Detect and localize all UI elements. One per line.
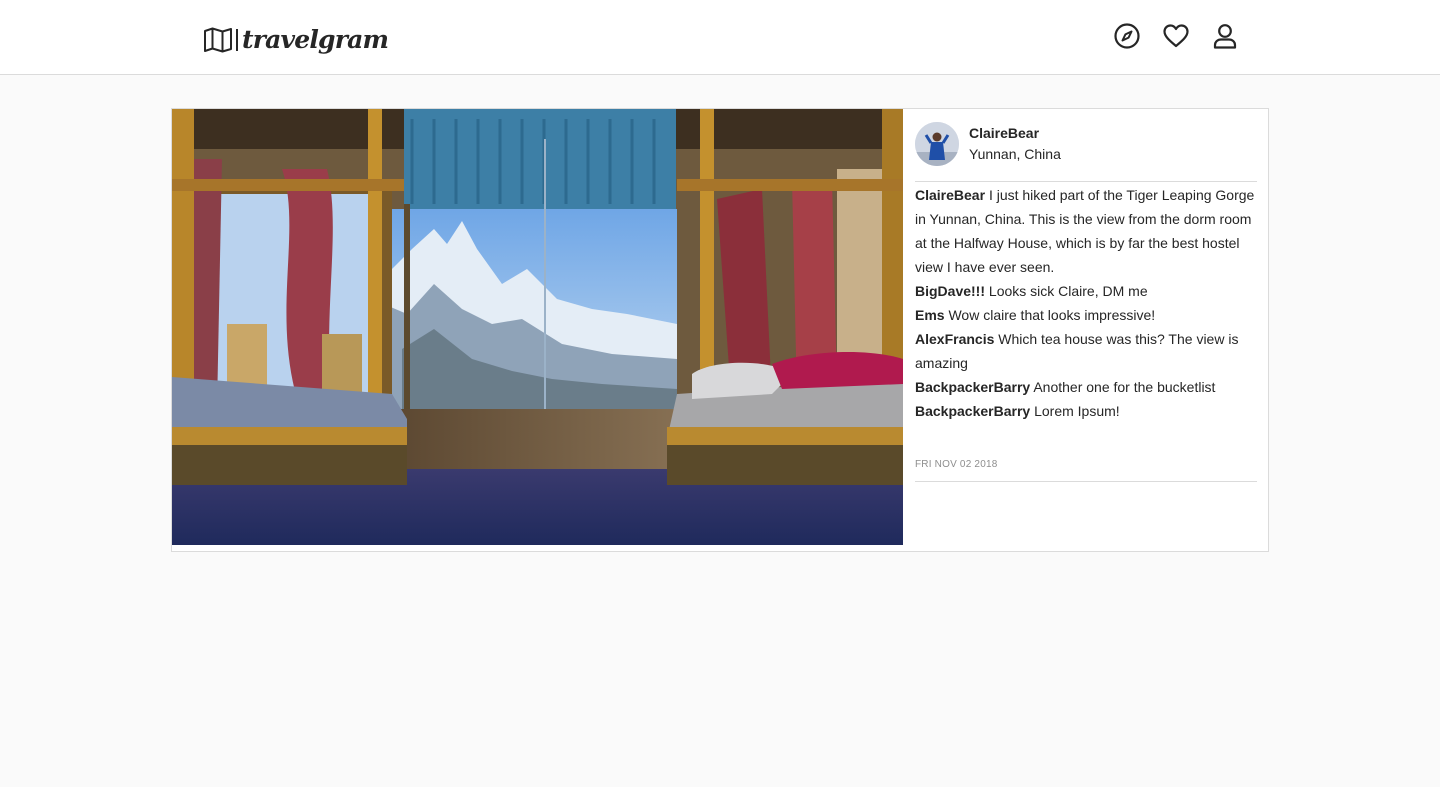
comment-username[interactable]: Ems xyxy=(915,307,945,323)
map-icon xyxy=(204,27,232,53)
comment-item: BackpackerBarry Lorem Ipsum! xyxy=(915,399,1257,423)
comment-item: Ems Wow claire that looks impressive! xyxy=(915,303,1257,327)
profile-button[interactable] xyxy=(1210,21,1240,51)
post-details: ClaireBear Yunnan, China ClaireBear I ju… xyxy=(915,109,1257,551)
comment-list: ClaireBear I just hiked part of the Tige… xyxy=(915,183,1257,423)
comment-username[interactable]: AlexFrancis xyxy=(915,331,994,347)
activity-button[interactable] xyxy=(1161,21,1191,51)
post-photo xyxy=(172,109,903,545)
comment-item: BackpackerBarry Another one for the buck… xyxy=(915,375,1257,399)
brand-wordmark: travelgram xyxy=(242,25,389,54)
section-divider xyxy=(915,481,1257,482)
comment-text: Another one for the bucketlist xyxy=(1033,379,1216,395)
heart-icon xyxy=(1163,24,1189,48)
post-date: FRI NOV 02 2018 xyxy=(915,459,998,470)
avatar-image xyxy=(915,122,959,166)
author-username[interactable]: ClaireBear xyxy=(969,124,1039,142)
compass-icon xyxy=(1114,23,1140,49)
user-icon xyxy=(1213,24,1237,49)
comment-text: Looks sick Claire, DM me xyxy=(988,283,1148,299)
post-card: ClaireBear Yunnan, China ClaireBear I ju… xyxy=(171,108,1269,552)
comment-username[interactable]: BackpackerBarry xyxy=(915,379,1030,395)
brand-logo-link[interactable]: travelgram xyxy=(203,22,389,58)
comment-item: BigDave!!! Looks sick Claire, DM me xyxy=(915,279,1257,303)
comment-item: ClaireBear I just hiked part of the Tige… xyxy=(915,183,1257,279)
dorm-room-mountain-view-image xyxy=(172,109,903,545)
comment-username[interactable]: BackpackerBarry xyxy=(915,403,1030,419)
post-author: ClaireBear Yunnan, China xyxy=(915,122,1257,182)
nav-icon-group xyxy=(1112,21,1240,51)
top-navbar: travelgram xyxy=(0,0,1440,75)
comment-item: AlexFrancis Which tea house was this? Th… xyxy=(915,327,1257,375)
avatar[interactable] xyxy=(915,122,959,166)
comment-username[interactable]: BigDave!!! xyxy=(915,283,985,299)
explore-button[interactable] xyxy=(1112,21,1142,51)
comment-username[interactable]: ClaireBear xyxy=(915,187,985,203)
comment-text: Lorem Ipsum! xyxy=(1034,403,1120,419)
comment-text: Wow claire that looks impressive! xyxy=(948,307,1156,323)
brand-divider xyxy=(236,29,238,51)
author-location[interactable]: Yunnan, China xyxy=(969,145,1061,163)
